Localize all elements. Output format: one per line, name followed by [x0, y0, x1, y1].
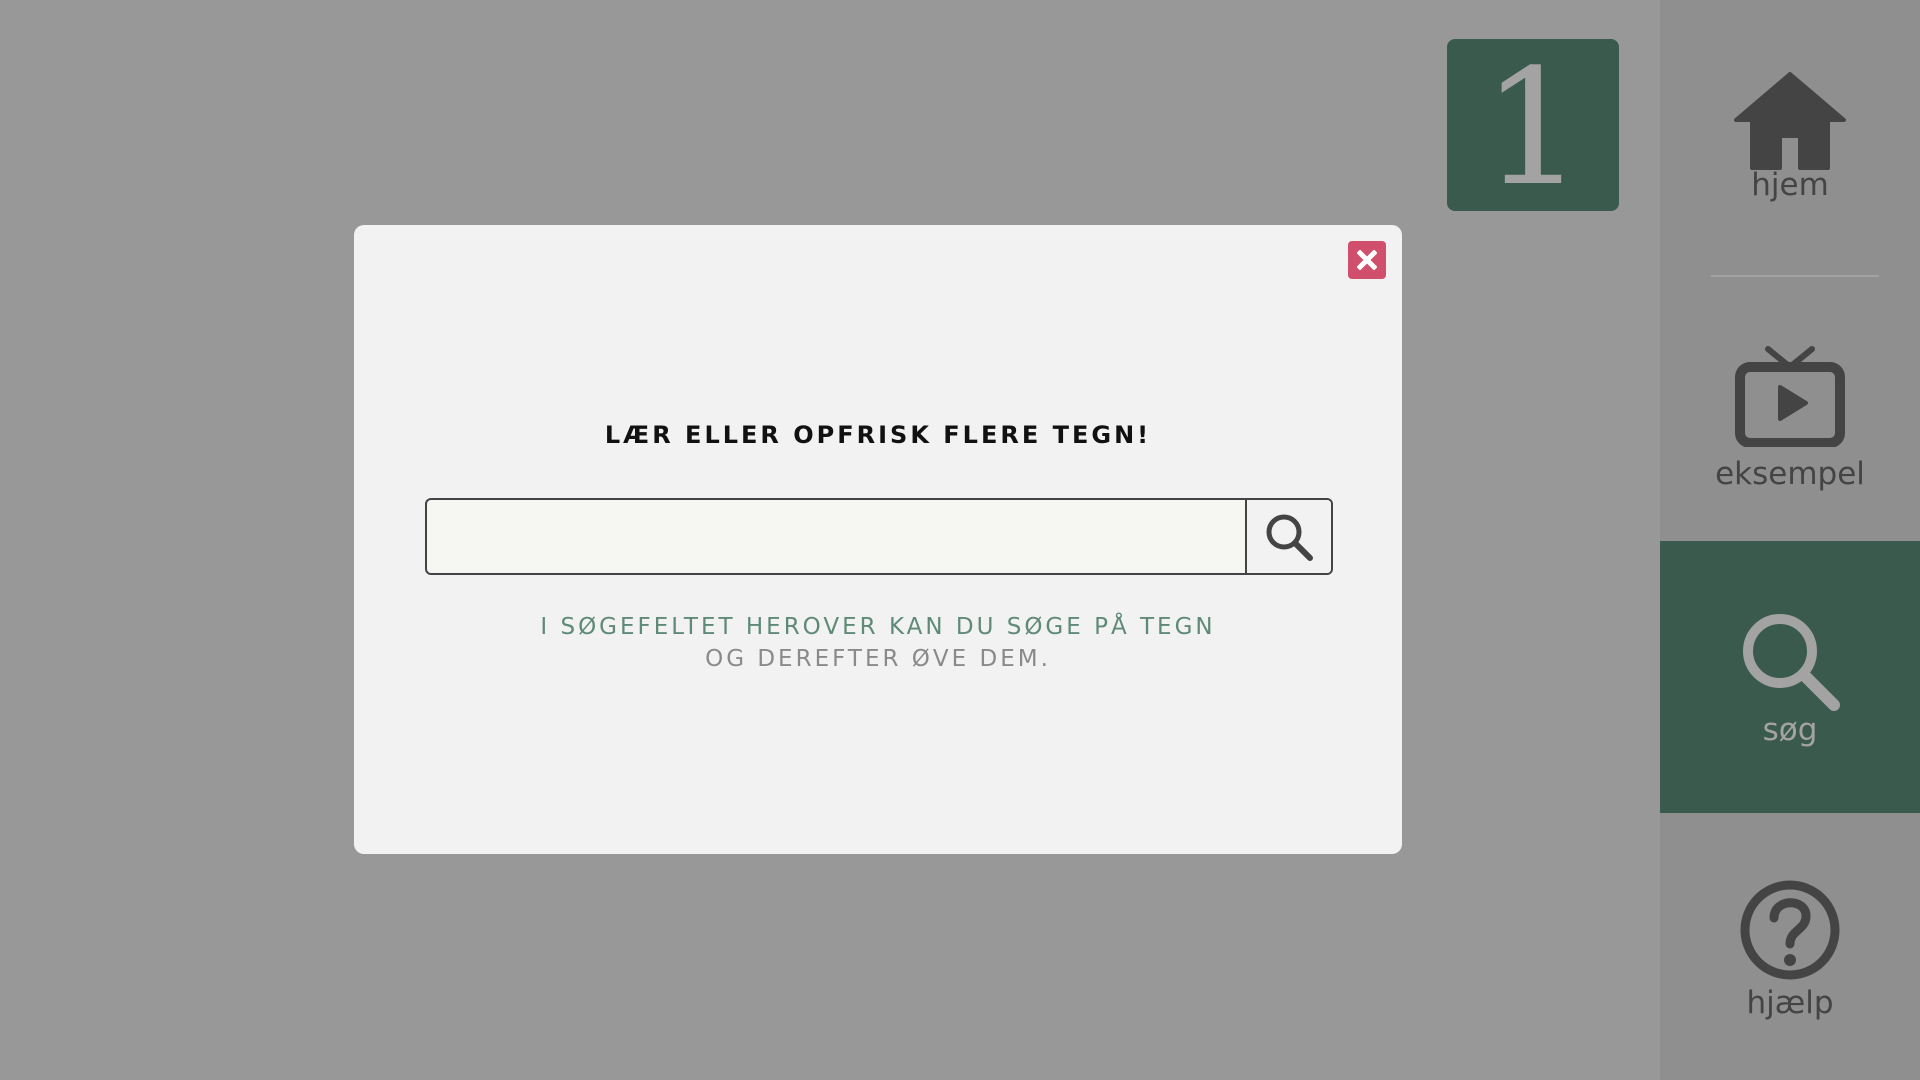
search-icon [1266, 514, 1313, 561]
search-button[interactable] [1245, 500, 1331, 573]
hint-text-line2: OG DEREFTER ØVE DEM. [705, 646, 1051, 672]
sidebar-item-label: hjem [1751, 167, 1829, 203]
hint-text-line1: I SØGEFELTET HEROVER KAN DU SØGE PÅ TEGN [540, 614, 1216, 640]
sidebar-item-home[interactable]: hjem [1660, 70, 1920, 210]
search-box [425, 498, 1333, 575]
close-icon [1357, 250, 1377, 270]
sidebar-item-label: hjælp [1746, 985, 1834, 1021]
level-number: 1 [1482, 34, 1584, 221]
modal-title: LÆR ELLER OPFRISK FLERE TEGN! [604, 421, 1152, 449]
help-circle-icon [1740, 880, 1840, 980]
sidebar-item-label: søg [1762, 711, 1818, 748]
search-icon [1743, 613, 1840, 711]
sidebar-item-help[interactable]: hjælp [1660, 878, 1920, 1023]
search-modal: LÆR ELLER OPFRISK FLERE TEGN! I SØGEFELT… [354, 225, 1402, 854]
search-input[interactable] [427, 500, 1245, 573]
level-badge: 1 [1447, 39, 1619, 211]
sidebar-item-search[interactable]: søg [1660, 541, 1920, 813]
sidebar-item-example[interactable]: eksempel [1660, 345, 1920, 490]
close-button[interactable] [1348, 241, 1386, 279]
sidebar-item-label: eksempel [1715, 456, 1865, 492]
tv-play-icon [1735, 346, 1845, 447]
nav-divider [1711, 275, 1879, 277]
home-icon [1734, 72, 1846, 170]
sidebar-nav: hjem eksempel søg hjælp [1660, 0, 1920, 1080]
